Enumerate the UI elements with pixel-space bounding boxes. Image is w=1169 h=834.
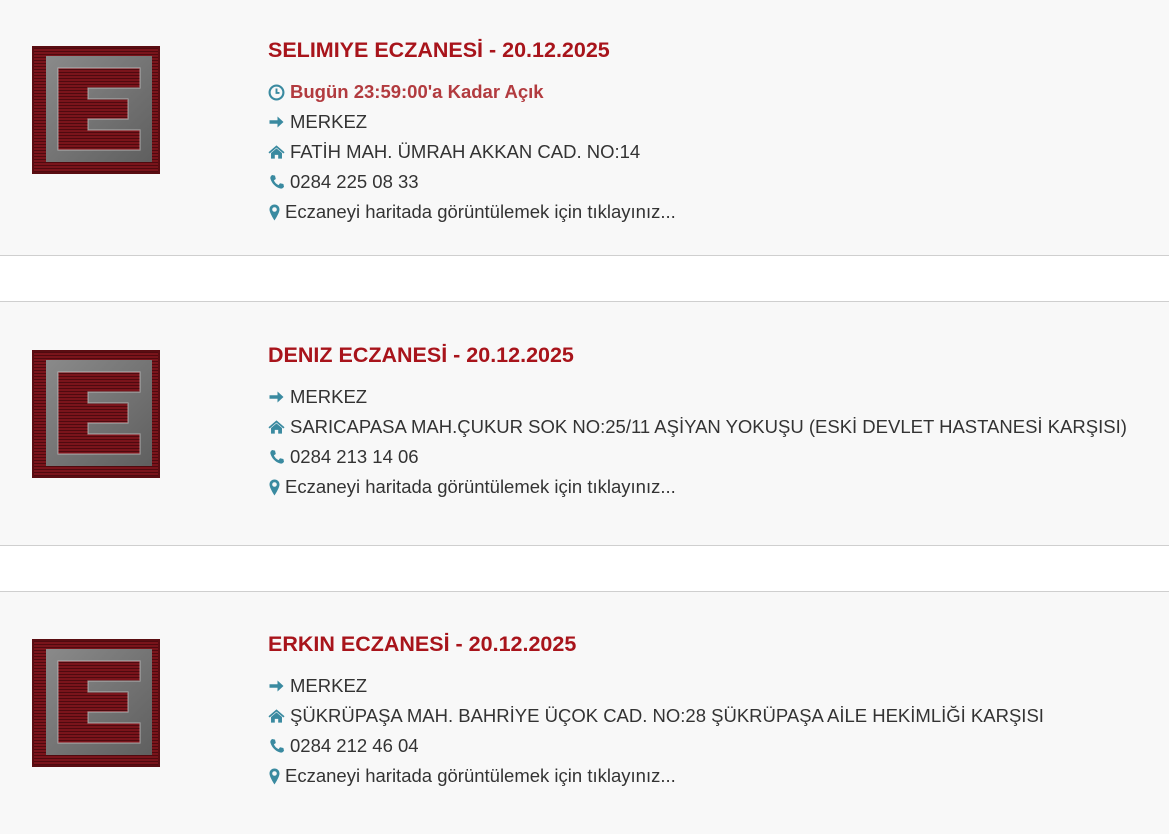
pharmacy-card: DENIZ ECZANESİ - 20.12.2025 MERKEZ SARIC… bbox=[0, 301, 1169, 546]
phone-text[interactable]: 0284 213 14 06 bbox=[290, 442, 419, 472]
address-line: ŞÜKRÜPAŞA MAH. BAHRİYE ÜÇOK CAD. NO:28 Ş… bbox=[268, 701, 1149, 731]
home-icon bbox=[268, 143, 285, 161]
pharmacy-card: ERKIN ECZANESİ - 20.12.2025 MERKEZ ŞÜKRÜ… bbox=[0, 591, 1169, 834]
map-marker-icon bbox=[268, 203, 280, 221]
pharmacy-logo-icon bbox=[32, 639, 160, 767]
map-marker-icon bbox=[268, 767, 280, 785]
district-line: MERKEZ bbox=[268, 382, 1149, 412]
map-link[interactable]: Eczaneyi haritada görüntülemek için tıkl… bbox=[268, 761, 1149, 791]
address-line: FATİH MAH. ÜMRAH AKKAN CAD. NO:14 bbox=[268, 137, 1149, 167]
pharmacy-info: SELIMIYE ECZANESİ - 20.12.2025 Bugün 23:… bbox=[268, 36, 1149, 227]
district-text: MERKEZ bbox=[290, 386, 368, 407]
clock-icon bbox=[268, 83, 285, 101]
pharmacy-card: SELIMIYE ECZANESİ - 20.12.2025 Bugün 23:… bbox=[0, 0, 1169, 256]
phone-icon bbox=[268, 737, 285, 755]
pharmacy-title[interactable]: SELIMIYE ECZANESİ - 20.12.2025 bbox=[268, 36, 1149, 64]
phone-line: 0284 212 46 04 bbox=[268, 731, 1149, 761]
map-link-text[interactable]: Eczaneyi haritada görüntülemek için tıkl… bbox=[285, 472, 676, 502]
map-marker-icon bbox=[268, 478, 280, 496]
district-text: MERKEZ bbox=[290, 675, 368, 696]
arrow-right-icon bbox=[268, 113, 285, 131]
map-link[interactable]: Eczaneyi haritada görüntülemek için tıkl… bbox=[268, 197, 1149, 227]
phone-text[interactable]: 0284 225 08 33 bbox=[290, 167, 419, 197]
phone-icon bbox=[268, 173, 285, 191]
pharmacy-title[interactable]: ERKIN ECZANESİ - 20.12.2025 bbox=[268, 630, 1149, 658]
pharmacy-title[interactable]: DENIZ ECZANESİ - 20.12.2025 bbox=[268, 341, 1149, 369]
arrow-right-icon bbox=[268, 388, 285, 406]
map-link-text[interactable]: Eczaneyi haritada görüntülemek için tıkl… bbox=[285, 761, 676, 791]
address-line: SARICAPASA MAH.ÇUKUR SOK NO:25/11 AŞİYAN… bbox=[268, 412, 1149, 442]
district-line: MERKEZ bbox=[268, 671, 1149, 701]
pharmacy-logo-icon bbox=[32, 46, 160, 174]
phone-text[interactable]: 0284 212 46 04 bbox=[290, 731, 419, 761]
open-status-text: Bugün 23:59:00'a Kadar Açık bbox=[290, 81, 544, 102]
phone-line: 0284 213 14 06 bbox=[268, 442, 1149, 472]
map-link[interactable]: Eczaneyi haritada görüntülemek için tıkl… bbox=[268, 472, 1149, 502]
map-link-text[interactable]: Eczaneyi haritada görüntülemek için tıkl… bbox=[285, 197, 676, 227]
phone-line: 0284 225 08 33 bbox=[268, 167, 1149, 197]
pharmacy-info: DENIZ ECZANESİ - 20.12.2025 MERKEZ SARIC… bbox=[268, 341, 1149, 502]
home-icon bbox=[268, 418, 285, 436]
district-text: MERKEZ bbox=[290, 111, 368, 132]
address-text: ŞÜKRÜPAŞA MAH. BAHRİYE ÜÇOK CAD. NO:28 Ş… bbox=[290, 705, 1044, 726]
address-text: SARICAPASA MAH.ÇUKUR SOK NO:25/11 AŞİYAN… bbox=[290, 416, 1127, 437]
pharmacy-info: ERKIN ECZANESİ - 20.12.2025 MERKEZ ŞÜKRÜ… bbox=[268, 630, 1149, 791]
address-text: FATİH MAH. ÜMRAH AKKAN CAD. NO:14 bbox=[290, 141, 641, 162]
home-icon bbox=[268, 707, 285, 725]
pharmacy-logo-icon bbox=[32, 350, 160, 478]
arrow-right-icon bbox=[268, 677, 285, 695]
phone-icon bbox=[268, 448, 285, 466]
open-status: Bugün 23:59:00'a Kadar Açık bbox=[268, 77, 1149, 107]
district-line: MERKEZ bbox=[268, 107, 1149, 137]
